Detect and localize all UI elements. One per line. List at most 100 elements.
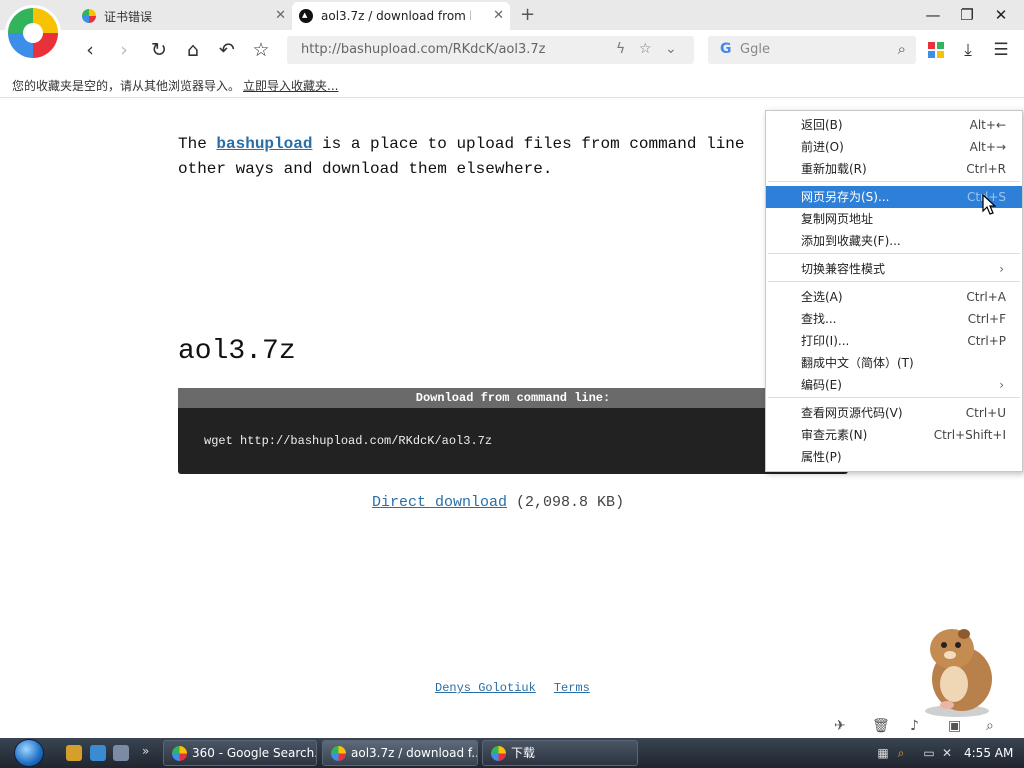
context-menu-item[interactable]: 编码(E) › — [766, 374, 1022, 396]
terms-link[interactable]: Terms — [554, 681, 590, 695]
quicklaunch-desktop-icon[interactable] — [113, 745, 129, 761]
direct-download-row: Direct download (2,098.8 KB) — [372, 494, 624, 511]
tab-bashupload[interactable]: aol3.7z / download from bash ✕ — [292, 2, 510, 30]
menu-item-label: 前进(O) — [801, 140, 844, 154]
context-menu-item[interactable]: 切换兼容性模式 › — [766, 258, 1022, 280]
browser-360-icon — [172, 746, 187, 761]
url-text[interactable]: http://bashupload.com/RKdcK/aol3.7z — [301, 42, 546, 57]
tray-search-icon[interactable]: ⌕ — [894, 746, 908, 760]
close-window-button[interactable]: ✕ — [986, 4, 1016, 26]
page-footer: Denys Golotiuk Terms — [435, 681, 608, 695]
intro-part: is a place to upload files from command … — [312, 135, 745, 153]
menu-item-label: 全选(A) — [801, 290, 843, 304]
lightning-icon[interactable]: ϟ — [616, 41, 625, 57]
apps-grid-icon[interactable] — [928, 42, 944, 58]
import-bookmarks-link[interactable]: 立即导入收藏夹... — [243, 77, 338, 94]
tray-monitor-icon[interactable]: ▭ — [922, 746, 936, 760]
chevron-down-icon[interactable]: ⌄ — [665, 41, 677, 57]
context-menu-item[interactable]: 审查元素(N) Ctrl+Shift+I — [766, 424, 1022, 446]
context-menu-item[interactable]: 打印(I)... Ctrl+P — [766, 330, 1022, 352]
menu-item-label: 重新加载(R) — [801, 162, 867, 176]
upload-cloud-icon — [299, 9, 313, 23]
clock: 4:55 AM — [964, 746, 1014, 760]
close-tab-icon[interactable]: ✕ — [493, 8, 504, 23]
browser-logo[interactable] — [8, 8, 58, 58]
context-menu-item[interactable]: 查看网页源代码(V) Ctrl+U — [766, 402, 1022, 424]
intro-part: other ways and download them elsewhere. — [178, 160, 553, 178]
maximize-button[interactable]: ❐ — [952, 4, 982, 26]
bashupload-link[interactable]: bashupload — [216, 135, 312, 153]
menu-item-shortcut: Ctrl+Shift+I — [933, 428, 1006, 442]
menu-item-shortcut: Ctrl+U — [965, 406, 1006, 420]
new-tab-button[interactable]: + — [520, 4, 535, 25]
tab-certificate-error[interactable]: 证书错误 ✕ — [82, 2, 292, 30]
windows-orb-icon — [14, 739, 44, 767]
quicklaunch-ie-icon[interactable] — [90, 745, 106, 761]
author-link[interactable]: Denys Golotiuk — [435, 681, 536, 695]
close-tab-icon[interactable]: ✕ — [275, 8, 286, 23]
address-bar[interactable]: http://bashupload.com/RKdcK/aol3.7z ϟ ☆ … — [287, 36, 694, 64]
search-box[interactable]: G Ggle ⌕ — [708, 36, 916, 64]
bookmarks-bar: 您的收藏夹是空的，请从其他浏览器导入。 立即导入收藏夹... — [0, 70, 1024, 98]
menu-item-label: 切换兼容性模式 — [801, 262, 886, 276]
navigation-bar: ‹ › ↻ ⌂ ↶ ☆ http://bashupload.com/RKdcK/… — [0, 30, 1024, 70]
rocket-icon[interactable]: ✈ — [834, 718, 846, 734]
title-bar: 证书错误 ✕ aol3.7z / download from bash ✕ + … — [0, 0, 1024, 30]
context-menu-item[interactable]: 查找... Ctrl+F — [766, 308, 1022, 330]
forward-button[interactable]: › — [112, 38, 136, 62]
task-label: 下载 — [511, 746, 536, 760]
tray-volume-muted-icon[interactable]: ✕ — [940, 746, 954, 760]
menu-item-shortcut: Ctrl+F — [967, 312, 1006, 326]
menu-item-shortcut: Ctrl+A — [966, 290, 1006, 304]
menu-item-shortcut: Alt+← — [969, 118, 1006, 132]
search-input[interactable]: Ggle — [740, 42, 770, 57]
download-icon[interactable]: ⤓ — [956, 38, 980, 62]
menu-item-label: 审查元素(N) — [801, 428, 868, 442]
menu-separator — [768, 253, 1020, 254]
direct-download-link[interactable]: Direct download — [372, 494, 507, 511]
context-menu-item[interactable]: 前进(O) Alt+→ — [766, 136, 1022, 158]
task-google-search[interactable]: 360 - Google Search... — [163, 740, 317, 766]
google-icon: G — [720, 41, 732, 57]
context-menu-item[interactable]: 翻成中文（简体）(T) — [766, 352, 1022, 374]
bookmark-star-icon[interactable]: ☆ — [639, 41, 652, 57]
hamster-mascot-image — [925, 629, 992, 717]
menu-separator — [768, 397, 1020, 398]
task-label: 360 - Google Search... — [192, 746, 317, 760]
reload-button[interactable]: ↻ — [147, 38, 171, 62]
context-menu-item[interactable]: 重新加载(R) Ctrl+R — [766, 158, 1022, 180]
speaker-icon[interactable]: ♪ — [910, 718, 919, 734]
menu-item-label: 打印(I)... — [801, 334, 850, 348]
command-box: Download from command line: wget http://… — [178, 388, 848, 474]
context-menu-item[interactable]: 全选(A) Ctrl+A — [766, 286, 1022, 308]
menu-item-label: 查找... — [801, 312, 837, 326]
task-label: aol3.7z / download f... — [351, 746, 478, 760]
menu-item-label: 添加到收藏夹(F)... — [801, 234, 901, 248]
menu-icon[interactable]: ☰ — [989, 38, 1013, 62]
tray-network-icon[interactable]: ▦ — [876, 746, 890, 760]
back-button[interactable]: ‹ — [78, 38, 102, 62]
favorite-star-button[interactable]: ☆ — [249, 38, 273, 62]
task-downloads[interactable]: 下载 — [482, 740, 638, 766]
menu-item-label: 查看网页源代码(V) — [801, 406, 903, 420]
zoom-icon[interactable]: ⌕ — [986, 718, 994, 734]
search-icon[interactable]: ⌕ — [898, 40, 906, 58]
menu-item-label: 返回(B) — [801, 118, 843, 132]
browser-360-icon — [331, 746, 346, 761]
context-menu-item[interactable]: 添加到收藏夹(F)... — [766, 230, 1022, 252]
mouse-cursor-icon — [982, 194, 996, 215]
home-button[interactable]: ⌂ — [181, 38, 205, 62]
wget-command[interactable]: wget http://bashupload.com/RKdcK/aol3.7z — [204, 434, 492, 448]
minimize-button[interactable]: — — [918, 4, 948, 26]
start-button[interactable] — [10, 738, 50, 768]
undo-close-button[interactable]: ↶ — [215, 38, 239, 62]
task-aol3-download[interactable]: aol3.7z / download f... — [322, 740, 478, 766]
chevron-expand-icon[interactable]: » — [142, 744, 149, 758]
context-menu-item[interactable]: 属性(P) — [766, 446, 1022, 468]
window-icon[interactable]: ▣ — [948, 718, 961, 734]
tab-title: aol3.7z / download from bash — [321, 9, 471, 23]
file-name-heading: aol3.7z — [178, 336, 296, 367]
context-menu-item[interactable]: 返回(B) Alt+← — [766, 114, 1022, 136]
quicklaunch-explorer-icon[interactable] — [66, 745, 82, 761]
trash-icon[interactable]: 🗑 — [872, 718, 890, 734]
